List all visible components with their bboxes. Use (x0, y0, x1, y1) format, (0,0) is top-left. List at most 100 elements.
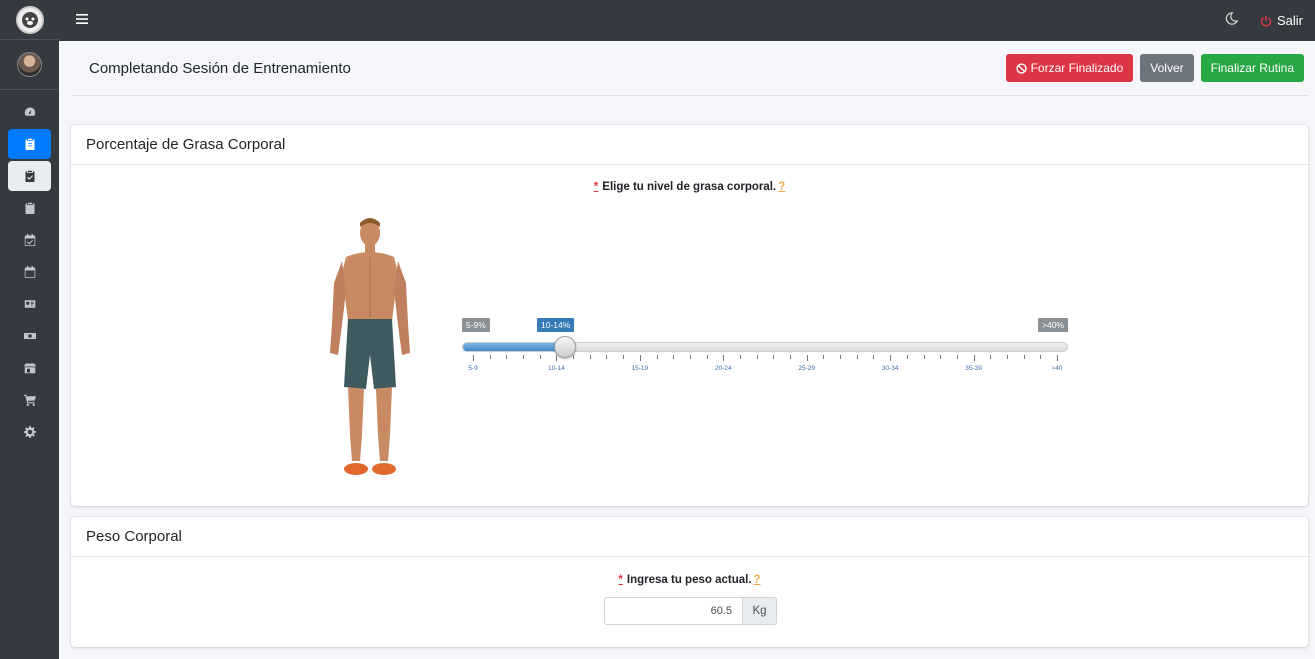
finish-routine-label: Finalizar Rutina (1210, 61, 1294, 75)
slider-tick-label: 25-29 (798, 365, 816, 372)
slider-minor-tick (856, 355, 858, 359)
gear-icon (23, 426, 36, 438)
sidebar-item-calendar[interactable] (8, 257, 51, 287)
slider-tick-label: 10-14 (548, 365, 565, 372)
slider-tick-label: >40 (1051, 365, 1063, 372)
weight-input[interactable] (604, 597, 743, 625)
back-button[interactable]: Volver (1140, 54, 1194, 82)
force-finish-button[interactable]: Forzar Finalizado (1005, 54, 1134, 82)
body-weight-card-title: Peso Corporal (71, 517, 1308, 557)
body-figure-image (330, 218, 410, 475)
body-fat-card: Porcentaje de Grasa Corporal * Elige tu n… (71, 125, 1308, 506)
slider-minor-tick (539, 355, 541, 359)
content-wrapper: Completando Sesión de Entrenamiento Forz… (59, 41, 1315, 659)
slider-minor-tick (773, 355, 775, 359)
body-fat-card-title: Porcentaje de Grasa Corporal (71, 125, 1308, 165)
slider-min-tag: 5-9% (462, 318, 490, 332)
slider-tick-label: 35-39 (965, 365, 982, 372)
sidebar-item-calendar-check[interactable] (8, 225, 51, 255)
id-card-icon (24, 300, 35, 308)
slider-minor-tick (990, 355, 992, 359)
ban-icon (1015, 62, 1027, 74)
slider-minor-tick (606, 355, 608, 359)
sidebar-item-settings[interactable] (8, 417, 51, 447)
body-fat-slider[interactable]: 5-9% 10-14% >40% 5-9 10-14 15-19 20-24 25-29… (462, 318, 1068, 378)
avatar[interactable] (17, 52, 42, 77)
slider-minor-tick (523, 355, 525, 359)
sidebar (0, 0, 59, 659)
sidebar-item-store[interactable] (8, 353, 51, 383)
sidebar-item-completed[interactable] (8, 161, 51, 191)
slider-minor-tick (756, 355, 758, 359)
slider-minor-tick (739, 355, 741, 359)
content-header: Completando Sesión de Entrenamiento Forz… (71, 41, 1308, 96)
brand[interactable] (0, 0, 59, 40)
slider-minor-tick (823, 355, 825, 359)
calendar-check-icon (24, 234, 35, 246)
slider-major-tick (890, 355, 892, 361)
slider-minor-tick (956, 355, 958, 359)
shopping-cart-icon (23, 394, 36, 406)
slider-minor-tick (489, 355, 491, 359)
dark-mode-toggle[interactable] (1225, 11, 1239, 30)
slider-track[interactable] (462, 342, 1068, 352)
slider-tick-label: 20-24 (714, 365, 732, 372)
help-icon[interactable]: ? (778, 181, 785, 193)
help-icon[interactable]: ? (754, 574, 761, 586)
sidebar-item-clients[interactable] (8, 289, 51, 319)
required-mark: * (593, 181, 599, 193)
slider-minor-tick (673, 355, 675, 359)
slider-minor-tick (506, 355, 508, 359)
slider-minor-tick (1006, 355, 1008, 359)
body-fat-question: * Elige tu nivel de grasa corporal.? (71, 181, 1308, 193)
dog-logo-icon (21, 11, 38, 28)
body-weight-card: Peso Corporal * Ingresa tu peso actual.? … (71, 517, 1308, 647)
clipboard-icon (25, 202, 34, 214)
slider-minor-tick (840, 355, 842, 359)
slider-major-tick (1057, 355, 1058, 361)
moon-icon (1225, 11, 1239, 25)
sidebar-item-routines[interactable] (8, 193, 51, 223)
brand-logo[interactable] (15, 5, 44, 34)
slider-minor-tick (623, 355, 625, 359)
slider-minor-tick (689, 355, 691, 359)
force-finish-label: Forzar Finalizado (1030, 61, 1124, 75)
sidebar-item-sessions[interactable] (8, 129, 51, 159)
weight-unit: Kg (743, 597, 777, 625)
slider-ticks (462, 355, 1068, 361)
calendar-icon (24, 266, 35, 278)
slider-minor-tick (873, 355, 875, 359)
slider-minor-tick (1023, 355, 1025, 359)
slider-tick-label: 15-19 (631, 365, 649, 372)
sidebar-item-cart[interactable] (8, 385, 51, 415)
slider-minor-tick (790, 355, 792, 359)
hamburger-icon (76, 13, 88, 24)
slider-minor-tick (1040, 355, 1042, 359)
slider-minor-tick (589, 355, 591, 359)
slider-minor-tick (940, 355, 942, 359)
finish-routine-button[interactable]: Finalizar Rutina (1200, 54, 1304, 82)
slider-minor-tick (573, 355, 575, 359)
store-icon (23, 363, 36, 374)
slider-minor-tick (706, 355, 708, 359)
required-mark: * (618, 574, 623, 586)
slider-minor-tick (906, 355, 908, 359)
slider-major-tick (806, 355, 808, 361)
header-actions: Forzar Finalizado Volver Finalizar Rutin… (1005, 54, 1304, 82)
weight-input-group: Kg (604, 597, 777, 625)
slider-major-tick (473, 355, 474, 361)
sidebar-item-dashboard[interactable] (8, 97, 51, 127)
sidebar-item-payments[interactable] (8, 321, 51, 351)
weight-question-text: Ingresa tu peso actual. (626, 574, 752, 586)
slider-tick-label: 30-34 (881, 365, 899, 372)
logout-label: Salir (1276, 13, 1303, 28)
slider-major-tick (639, 355, 641, 361)
logout-link[interactable]: Salir (1260, 13, 1303, 28)
weight-question: * Ingresa tu peso actual.? (71, 574, 1308, 586)
menu-toggle[interactable] (76, 12, 88, 30)
money-bill-icon (23, 333, 36, 339)
slider-minor-tick (923, 355, 925, 359)
clipboard-list-icon (25, 138, 34, 150)
top-navbar: Salir (59, 0, 1315, 41)
slider-fill (463, 343, 567, 351)
